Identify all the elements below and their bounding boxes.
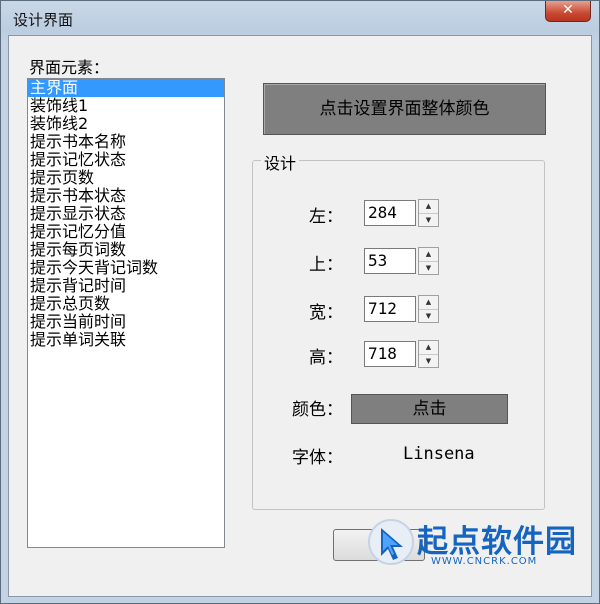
dialog-body: 界面元素： 主界面 装饰线1 装饰线2 提示书本名称 提示记忆状态 提示页数 提… — [8, 35, 592, 597]
spin-up-icon[interactable]: ▲ — [419, 200, 438, 214]
width-spinner[interactable]: ▲ ▼ — [418, 295, 439, 323]
list-item[interactable]: 提示书本名称 — [28, 133, 224, 151]
font-label: 字体： — [292, 448, 343, 468]
elements-label: 界面元素： — [29, 58, 110, 77]
left-label: 左： — [309, 207, 343, 227]
close-button[interactable]: ✕ — [545, 1, 591, 22]
list-item[interactable]: 装饰线1 — [28, 97, 224, 115]
watermark-url: WWW.CNCRK.COM — [431, 556, 538, 567]
design-group-title: 设计 — [261, 150, 300, 174]
top-label: 上： — [309, 255, 343, 275]
color-button[interactable]: 点击 — [351, 394, 508, 424]
list-item[interactable]: 提示页数 — [28, 169, 224, 187]
list-item[interactable]: 提示背记时间 — [28, 277, 224, 295]
top-input[interactable]: 53 — [364, 248, 416, 274]
list-item[interactable]: 提示每页词数 — [28, 241, 224, 259]
list-item[interactable]: 主界面 — [28, 79, 224, 97]
spin-down-icon[interactable]: ▼ — [419, 355, 438, 368]
spin-down-icon[interactable]: ▼ — [419, 262, 438, 275]
close-icon: ✕ — [562, 2, 574, 18]
cursor-logo-icon — [368, 519, 414, 565]
list-item[interactable]: 提示单词关联 — [28, 331, 224, 349]
font-value[interactable]: Linsena — [403, 444, 475, 464]
height-label: 高： — [309, 348, 343, 368]
list-item[interactable]: 提示书本状态 — [28, 187, 224, 205]
spin-up-icon[interactable]: ▲ — [419, 248, 438, 262]
title-bar[interactable]: 设计界面 ✕ — [1, 1, 599, 35]
list-item[interactable]: 装饰线2 — [28, 115, 224, 133]
spin-down-icon[interactable]: ▼ — [419, 214, 438, 227]
window-title: 设计界面 — [13, 11, 74, 29]
spin-down-icon[interactable]: ▼ — [419, 310, 438, 323]
spin-up-icon[interactable]: ▲ — [419, 341, 438, 355]
left-input[interactable]: 284 — [364, 200, 416, 226]
dialog-window: 设计界面 ✕ 界面元素： 主界面 装饰线1 装饰线2 提示书本名称 提示记忆状态… — [0, 0, 600, 604]
top-spinner[interactable]: ▲ ▼ — [418, 247, 439, 275]
design-groupbox: 设计 左： 284 ▲ ▼ 上： 53 ▲ ▼ 宽： 712 ▲ ▼ 高： 71… — [252, 150, 545, 510]
left-spinner[interactable]: ▲ ▼ — [418, 199, 439, 227]
height-spinner[interactable]: ▲ ▼ — [418, 340, 439, 368]
list-item[interactable]: 提示记忆分值 — [28, 223, 224, 241]
color-label: 颜色： — [292, 400, 343, 420]
list-item[interactable]: 提示显示状态 — [28, 205, 224, 223]
spin-up-icon[interactable]: ▲ — [419, 296, 438, 310]
watermark-title: 起点软件园 — [417, 524, 577, 560]
elements-listbox[interactable]: 主界面 装饰线1 装饰线2 提示书本名称 提示记忆状态 提示页数 提示书本状态 … — [27, 78, 225, 548]
list-item[interactable]: 提示今天背记词数 — [28, 259, 224, 277]
list-item[interactable]: 提示总页数 — [28, 295, 224, 313]
list-item[interactable]: 提示当前时间 — [28, 313, 224, 331]
set-overall-color-button[interactable]: 点击设置界面整体颜色 — [263, 83, 546, 135]
list-item[interactable]: 提示记忆状态 — [28, 151, 224, 169]
width-label: 宽： — [309, 303, 343, 323]
width-input[interactable]: 712 — [364, 296, 416, 322]
watermark-logo: 起点软件园 WWW.CNCRK.COM — [367, 514, 587, 574]
height-input[interactable]: 718 — [364, 341, 416, 367]
